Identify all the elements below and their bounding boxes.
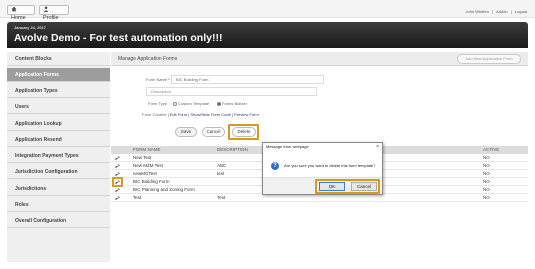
- dialog-footer: OK Cancel: [263, 177, 382, 194]
- close-icon[interactable]: ×: [376, 143, 379, 151]
- sidebar-item-application-lookup[interactable]: Application Lookup: [7, 117, 110, 131]
- form-content-label: Form Content: [142, 112, 167, 117]
- admin-link[interactable]: Admin: [496, 9, 507, 14]
- sidebar-item-label: Overall Configuration: [15, 218, 67, 224]
- sidebar-item-overall-configuration[interactable]: Overall Configuration: [7, 214, 110, 228]
- sidebar-item-label: Application Forms: [15, 72, 59, 78]
- form-type-label: Form Type: [148, 101, 168, 106]
- home-label: Home: [11, 15, 26, 21]
- delete-highlight: [228, 124, 259, 140]
- logout-link[interactable]: Logout: [515, 9, 527, 14]
- active-cell: NO: [483, 179, 490, 184]
- page-title: Manage Application Forms: [118, 56, 178, 62]
- form-name-value: BIC Building Form: [176, 77, 209, 82]
- sidebar-item-label: Users: [15, 104, 29, 110]
- edit-row-icon[interactable]: [115, 188, 120, 192]
- column-description: DESCRIPTION: [217, 147, 248, 152]
- separator: |: [491, 9, 493, 14]
- save-button[interactable]: Save: [175, 127, 197, 137]
- question-icon: ?: [271, 162, 279, 170]
- profile-label: Profile: [43, 15, 59, 21]
- form-name-cell: New Test: [133, 155, 152, 160]
- column-form-name: FORM NAME: [133, 147, 161, 152]
- preview-form-link[interactable]: Preview Form: [234, 112, 259, 117]
- site-banner: January 24, 2017 Avolve Demo - For test …: [7, 22, 528, 48]
- link-separator: |: [167, 112, 169, 117]
- form-content-row: Form Content | Edit Form | Show/Hide For…: [142, 112, 259, 117]
- sidebar-item-label: Application Types: [15, 88, 58, 94]
- dialog-buttons-highlight: [315, 179, 380, 194]
- home-button[interactable]: Home: [7, 5, 35, 21]
- dialog-titlebar: Message from webpage ×: [263, 143, 382, 151]
- active-cell: NO: [483, 163, 490, 168]
- radio-selected-icon: [217, 102, 221, 106]
- active-cell: NO: [483, 195, 490, 200]
- separator: |: [510, 9, 512, 14]
- user-name[interactable]: John Whitten: [465, 9, 488, 14]
- active-cell: NO: [483, 155, 490, 160]
- sidebar-item-roles[interactable]: Roles: [7, 198, 110, 212]
- description-cell: test: [217, 171, 225, 176]
- sidebar-item-label: Jurisdictions: [15, 186, 47, 192]
- edit-row-icon[interactable]: [115, 172, 120, 176]
- edit-row-icon[interactable]: [115, 164, 120, 168]
- sidebar-item-application-resend[interactable]: Application Resend: [7, 133, 110, 147]
- sidebar-item-jurisdiction-configuration[interactable]: Jurisdiction Configuration: [7, 165, 110, 179]
- column-active: ACTIVE: [483, 147, 500, 152]
- cancel-button[interactable]: Cancel: [202, 127, 225, 137]
- custom-template-label: Custom Template: [178, 101, 210, 106]
- sidebar-item-label: Application Resend: [15, 137, 62, 143]
- banner-title: Avolve Demo - For test automation only!!…: [14, 32, 223, 44]
- dialog-body: ? Are you sure you want to delete this f…: [263, 152, 382, 178]
- form-name-cell: BIC Building Form: [133, 179, 170, 184]
- sidebar-item-jurisdictions[interactable]: Jurisdictions: [7, 182, 110, 196]
- panel-header: Manage Application Forms Add New Applica…: [111, 52, 528, 66]
- edit-row-icon[interactable]: [115, 196, 120, 200]
- table-row[interactable]: Test Test NO: [111, 194, 528, 202]
- description-placeholder: Description: [151, 89, 172, 94]
- sidebar: Content Blocks Application Forms Applica…: [7, 52, 110, 262]
- add-new-form-button[interactable]: Add New Application Form: [457, 54, 521, 64]
- sidebar-item-label: Application Lookup: [15, 121, 62, 127]
- sidebar-item-users[interactable]: Users: [7, 100, 110, 114]
- description-cell: Test: [217, 195, 226, 200]
- form-name-cell: BIC Planning and Zoning Form: [133, 187, 195, 192]
- active-cell: NO: [483, 187, 490, 192]
- custom-template-radio[interactable]: Custom Template: [173, 101, 209, 106]
- forms-builder-radio[interactable]: Forms Builder: [217, 101, 247, 106]
- edit-row-icon[interactable]: [115, 156, 120, 160]
- form-name-cell: Test: [133, 195, 142, 200]
- edit-form-link[interactable]: Edit Form: [170, 112, 187, 117]
- confirm-dialog: Message from webpage × ? Are you sure yo…: [262, 142, 383, 195]
- sidebar-item-application-types[interactable]: Application Types: [7, 84, 110, 98]
- radio-icon: [173, 102, 177, 106]
- form-name-cell: New MZM Test: [133, 163, 163, 168]
- dialog-title: Message from webpage: [266, 144, 309, 149]
- show-hide-code-link[interactable]: Show/Hide Form Code: [190, 112, 230, 117]
- form-name-cell: newMGTest: [133, 171, 157, 176]
- profile-button[interactable]: Profile: [39, 5, 69, 21]
- user-links: John Whitten | Admin | Logout: [463, 9, 527, 14]
- home-icon: [11, 6, 17, 12]
- sidebar-item-label: Integration Payment Types: [15, 153, 79, 159]
- form-name-label-text: Form Name: [146, 77, 168, 82]
- sidebar-item-content-blocks[interactable]: Content Blocks: [7, 52, 110, 66]
- sidebar-item-label: Content Blocks: [15, 56, 52, 62]
- form-name-input[interactable]: BIC Building Form: [171, 75, 324, 84]
- sidebar-item-integration-payment-types[interactable]: Integration Payment Types: [7, 149, 110, 163]
- form-name-label: Form Name *: [146, 77, 170, 82]
- forms-builder-label: Forms Builder: [222, 101, 247, 106]
- sidebar-item-label: Jurisdiction Configuration: [15, 169, 78, 175]
- sidebar-item-label: Roles: [15, 202, 29, 208]
- description-input[interactable]: Description: [146, 87, 317, 96]
- user-icon: [43, 6, 49, 12]
- banner-date: January 24, 2017: [14, 25, 47, 30]
- dialog-message: Are you sure you want to delete this for…: [284, 163, 376, 168]
- sidebar-item-application-forms[interactable]: Application Forms: [7, 68, 110, 82]
- required-mark: *: [168, 77, 170, 82]
- link-separator: |: [231, 112, 234, 117]
- description-cell: ABC: [217, 163, 227, 168]
- top-bar: Home Profile John Whitten | Admin | Logo…: [0, 0, 535, 21]
- active-cell: NO: [483, 171, 490, 176]
